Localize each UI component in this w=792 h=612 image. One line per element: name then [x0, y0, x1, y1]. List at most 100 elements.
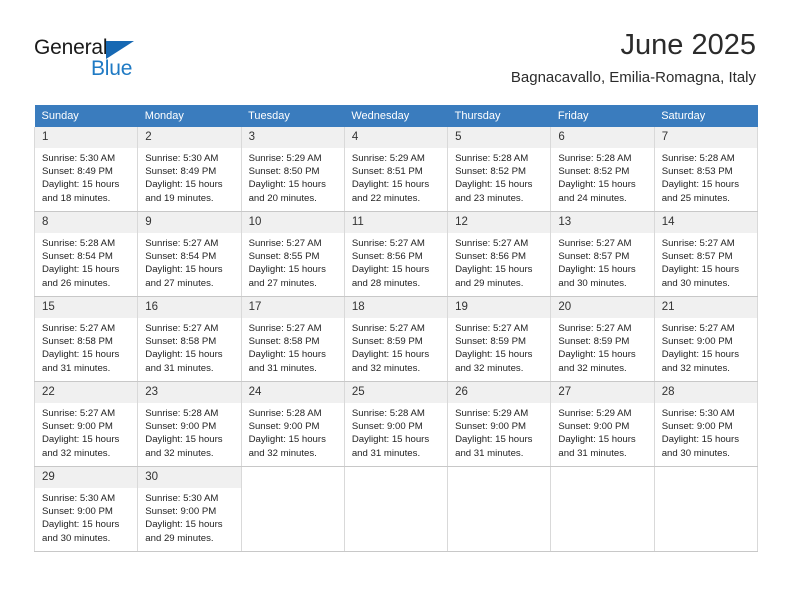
page-title: June 2025: [620, 29, 756, 61]
logo-text-blue: Blue: [91, 57, 133, 80]
sunrise-text: Sunrise: 5:29 AM: [455, 408, 529, 419]
day-number: [344, 467, 448, 475]
calendar-day-cell[interactable]: 2 Sunrise: 5:30 AM Sunset: 8:49 PM Daylight…: [137, 127, 242, 212]
sunset-text: Sunset: 8:56 PM: [351, 251, 423, 263]
calendar-day-cell[interactable]: 29 Sunrise: 5:30 AM Sunset: 9:00 PM Dayligh…: [33, 466, 139, 552]
daylight-text: Daylight: 15 hours and 31 minutes.: [42, 349, 120, 374]
calendar-week-row: 29 Sunrise: 5:30 AM Sunset: 9:00 PM Dayligh…: [33, 466, 759, 552]
calendar-day-cell[interactable]: 16 Sunrise: 5:27 AM Sunset: 8:58 PM Dayligh…: [137, 296, 242, 382]
calendar-day-cell[interactable]: 20 Sunrise: 5:27 AM Sunset: 8:59 PM Dayligh…: [550, 296, 655, 382]
calendar-day-cell[interactable]: 6 Sunrise: 5:28 AM Sunset: 8:52 PM Daylight…: [550, 127, 655, 212]
day-number: 9: [138, 212, 241, 233]
month-calendar: Sunday Monday Tuesday Wednesday Thursday…: [33, 105, 759, 552]
calendar-day-cell[interactable]: 9 Sunrise: 5:27 AM Sunset: 8:54 PM Daylight…: [137, 211, 242, 297]
day-details: Sunrise: 5:29 AM Sunset: 9:00 PM Daylight:…: [448, 403, 550, 460]
sunrise-text: Sunrise: 5:27 AM: [558, 323, 632, 334]
calendar-day-cell[interactable]: 24 Sunrise: 5:28 AM Sunset: 9:00 PM Dayligh…: [240, 381, 345, 467]
day-details: Sunrise: 5:29 AM Sunset: 8:50 PM Daylight:…: [242, 148, 344, 205]
calendar-day-cell[interactable]: 21 Sunrise: 5:27 AM Sunset: 9:00 PM Dayligh…: [653, 296, 759, 382]
calendar-day-cell[interactable]: 15 Sunrise: 5:27 AM Sunset: 8:58 PM Dayligh…: [33, 296, 139, 382]
sunrise-text: Sunrise: 5:28 AM: [558, 153, 632, 164]
calendar-day-cell[interactable]: 30 Sunrise: 5:30 AM Sunset: 9:00 PM Dayligh…: [137, 466, 242, 552]
day-number: 18: [344, 297, 448, 318]
daylight-text: Daylight: 15 hours and 20 minutes.: [248, 179, 326, 204]
day-number: 27: [551, 382, 654, 403]
calendar-day-cell[interactable]: 12 Sunrise: 5:27 AM Sunset: 8:56 PM Dayligh…: [447, 211, 552, 297]
calendar-day-cell[interactable]: 4 Sunrise: 5:29 AM Sunset: 8:51 PM Daylight…: [343, 127, 449, 212]
day-number: 7: [654, 127, 757, 148]
daylight-text: Daylight: 15 hours and 32 minutes.: [661, 349, 740, 374]
daylight-text: Daylight: 15 hours and 28 minutes.: [351, 264, 430, 289]
day-number: 12: [448, 212, 551, 233]
day-number: 22: [35, 382, 138, 403]
calendar-week-row: 22 Sunrise: 5:27 AM Sunset: 9:00 PM Dayligh…: [33, 381, 759, 467]
sunrise-text: Sunrise: 5:28 AM: [42, 238, 116, 249]
day-number: 25: [344, 382, 448, 403]
sunset-text: Sunset: 9:00 PM: [558, 421, 630, 433]
day-number: [448, 467, 551, 475]
day-details: Sunrise: 5:27 AM Sunset: 8:59 PM Daylight:…: [448, 318, 550, 375]
day-number: 3: [241, 127, 344, 148]
sunset-text: Sunset: 9:00 PM: [145, 421, 217, 433]
calendar-day-cell[interactable]: 28 Sunrise: 5:30 AM Sunset: 9:00 PM Dayligh…: [653, 381, 759, 467]
general-blue-logo: General Blue: [34, 36, 164, 82]
sunset-text: Sunset: 8:59 PM: [351, 336, 423, 348]
calendar-day-cell[interactable]: 5 Sunrise: 5:28 AM Sunset: 8:52 PM Daylight…: [447, 127, 552, 212]
sunrise-text: Sunrise: 5:27 AM: [661, 323, 735, 334]
day-details: Sunrise: 5:28 AM Sunset: 8:52 PM Daylight:…: [448, 148, 550, 205]
calendar-day-cell[interactable]: 25 Sunrise: 5:28 AM Sunset: 9:00 PM Dayligh…: [343, 381, 449, 467]
calendar-day-cell[interactable]: 23 Sunrise: 5:28 AM Sunset: 9:00 PM Dayligh…: [137, 381, 242, 467]
sunset-text: Sunset: 8:55 PM: [248, 251, 320, 263]
calendar-day-cell[interactable]: 10 Sunrise: 5:27 AM Sunset: 8:55 PM Dayligh…: [240, 211, 345, 297]
calendar-day-cell[interactable]: 1 Sunrise: 5:30 AM Sunset: 8:49 PM Daylight…: [33, 127, 139, 212]
page-header: General Blue June 2025 Bagnacavallo, Emi…: [0, 0, 792, 100]
calendar-day-cell[interactable]: 11 Sunrise: 5:27 AM Sunset: 8:56 PM Dayligh…: [343, 211, 449, 297]
sunrise-text: Sunrise: 5:28 AM: [455, 153, 529, 164]
weekday-header-tuesday: Tuesday: [241, 105, 345, 127]
calendar-empty-cell: [653, 466, 759, 552]
weekday-header-thursday: Thursday: [447, 105, 551, 127]
sunrise-text: Sunrise: 5:29 AM: [248, 153, 322, 164]
weekday-header-wednesday: Wednesday: [344, 105, 448, 127]
day-details: Sunrise: 5:28 AM Sunset: 8:54 PM Daylight:…: [35, 233, 137, 290]
calendar-day-cell[interactable]: 13 Sunrise: 5:27 AM Sunset: 8:57 PM Dayligh…: [550, 211, 655, 297]
day-number: 30: [138, 467, 241, 488]
day-number: 8: [35, 212, 138, 233]
day-number: 10: [241, 212, 344, 233]
day-number: 1: [35, 127, 138, 148]
day-details: Sunrise: 5:30 AM Sunset: 9:00 PM Daylight:…: [35, 488, 137, 545]
calendar-day-cell[interactable]: 18 Sunrise: 5:27 AM Sunset: 8:59 PM Dayligh…: [343, 296, 449, 382]
calendar-day-cell[interactable]: 27 Sunrise: 5:29 AM Sunset: 9:00 PM Dayligh…: [550, 381, 655, 467]
sunset-text: Sunset: 8:58 PM: [42, 336, 113, 348]
calendar-day-cell[interactable]: 3 Sunrise: 5:29 AM Sunset: 8:50 PM Daylight…: [240, 127, 345, 212]
day-details: Sunrise: 5:29 AM Sunset: 8:51 PM Daylight:…: [345, 148, 447, 205]
day-details: Sunrise: 5:28 AM Sunset: 8:53 PM Daylight:…: [655, 148, 757, 205]
sunset-text: Sunset: 9:00 PM: [145, 506, 217, 518]
day-details: Sunrise: 5:28 AM Sunset: 9:00 PM Daylight:…: [242, 403, 344, 460]
calendar-day-cell[interactable]: 17 Sunrise: 5:27 AM Sunset: 8:58 PM Dayligh…: [240, 296, 345, 382]
daylight-text: Daylight: 15 hours and 25 minutes.: [661, 179, 740, 204]
day-details: Sunrise: 5:27 AM Sunset: 8:58 PM Daylight:…: [35, 318, 137, 375]
sunset-text: Sunset: 8:52 PM: [455, 166, 527, 178]
sunrise-text: Sunrise: 5:28 AM: [661, 153, 735, 164]
sunrise-text: Sunrise: 5:29 AM: [351, 153, 425, 164]
day-details: Sunrise: 5:28 AM Sunset: 8:52 PM Daylight:…: [551, 148, 653, 205]
calendar-day-cell[interactable]: 22 Sunrise: 5:27 AM Sunset: 9:00 PM Dayligh…: [33, 381, 139, 467]
sunset-text: Sunset: 9:00 PM: [661, 421, 733, 433]
calendar-day-cell[interactable]: 7 Sunrise: 5:28 AM Sunset: 8:53 PM Daylight…: [653, 127, 759, 212]
day-details: Sunrise: 5:30 AM Sunset: 9:00 PM Daylight:…: [138, 488, 240, 545]
day-details: Sunrise: 5:27 AM Sunset: 8:56 PM Daylight:…: [448, 233, 550, 290]
calendar-day-cell[interactable]: 8 Sunrise: 5:28 AM Sunset: 8:54 PM Daylight…: [33, 211, 139, 297]
daylight-text: Daylight: 15 hours and 32 minutes.: [351, 349, 430, 374]
day-number: 21: [654, 297, 757, 318]
calendar-day-cell[interactable]: 14 Sunrise: 5:27 AM Sunset: 8:57 PM Dayligh…: [653, 211, 759, 297]
calendar-day-cell[interactable]: 26 Sunrise: 5:29 AM Sunset: 9:00 PM Dayligh…: [447, 381, 552, 467]
sunset-text: Sunset: 8:49 PM: [42, 166, 113, 178]
calendar-day-cell[interactable]: 19 Sunrise: 5:27 AM Sunset: 8:59 PM Dayligh…: [447, 296, 552, 382]
sunset-text: Sunset: 8:58 PM: [248, 336, 320, 348]
day-details: Sunrise: 5:27 AM Sunset: 8:57 PM Daylight:…: [551, 233, 653, 290]
sunrise-text: Sunrise: 5:27 AM: [455, 238, 529, 249]
day-details: Sunrise: 5:29 AM Sunset: 9:00 PM Daylight:…: [551, 403, 653, 460]
daylight-text: Daylight: 15 hours and 29 minutes.: [145, 519, 223, 544]
sunset-text: Sunset: 8:49 PM: [145, 166, 217, 178]
